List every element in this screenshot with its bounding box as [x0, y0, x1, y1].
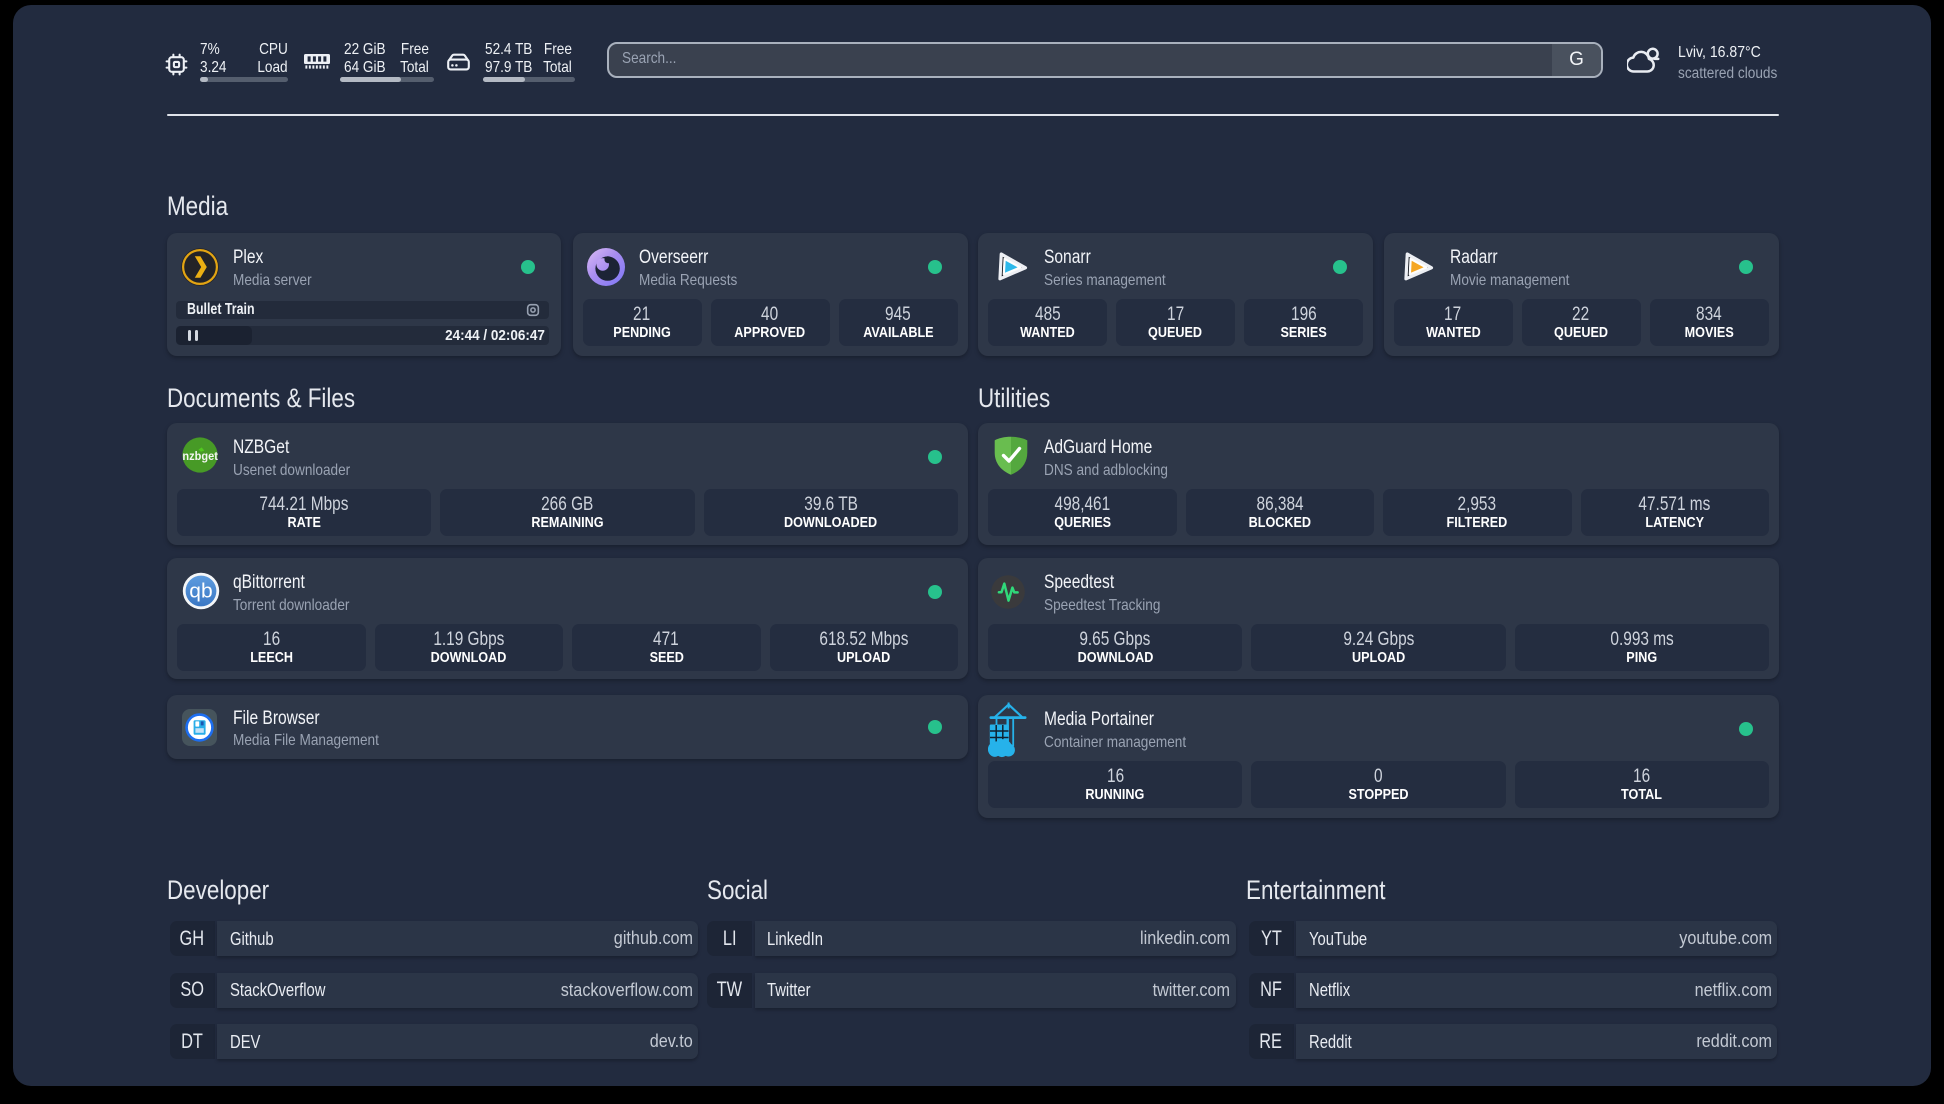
svg-text:qb: qb [189, 580, 212, 603]
svg-text:nzbget: nzbget [182, 451, 218, 463]
